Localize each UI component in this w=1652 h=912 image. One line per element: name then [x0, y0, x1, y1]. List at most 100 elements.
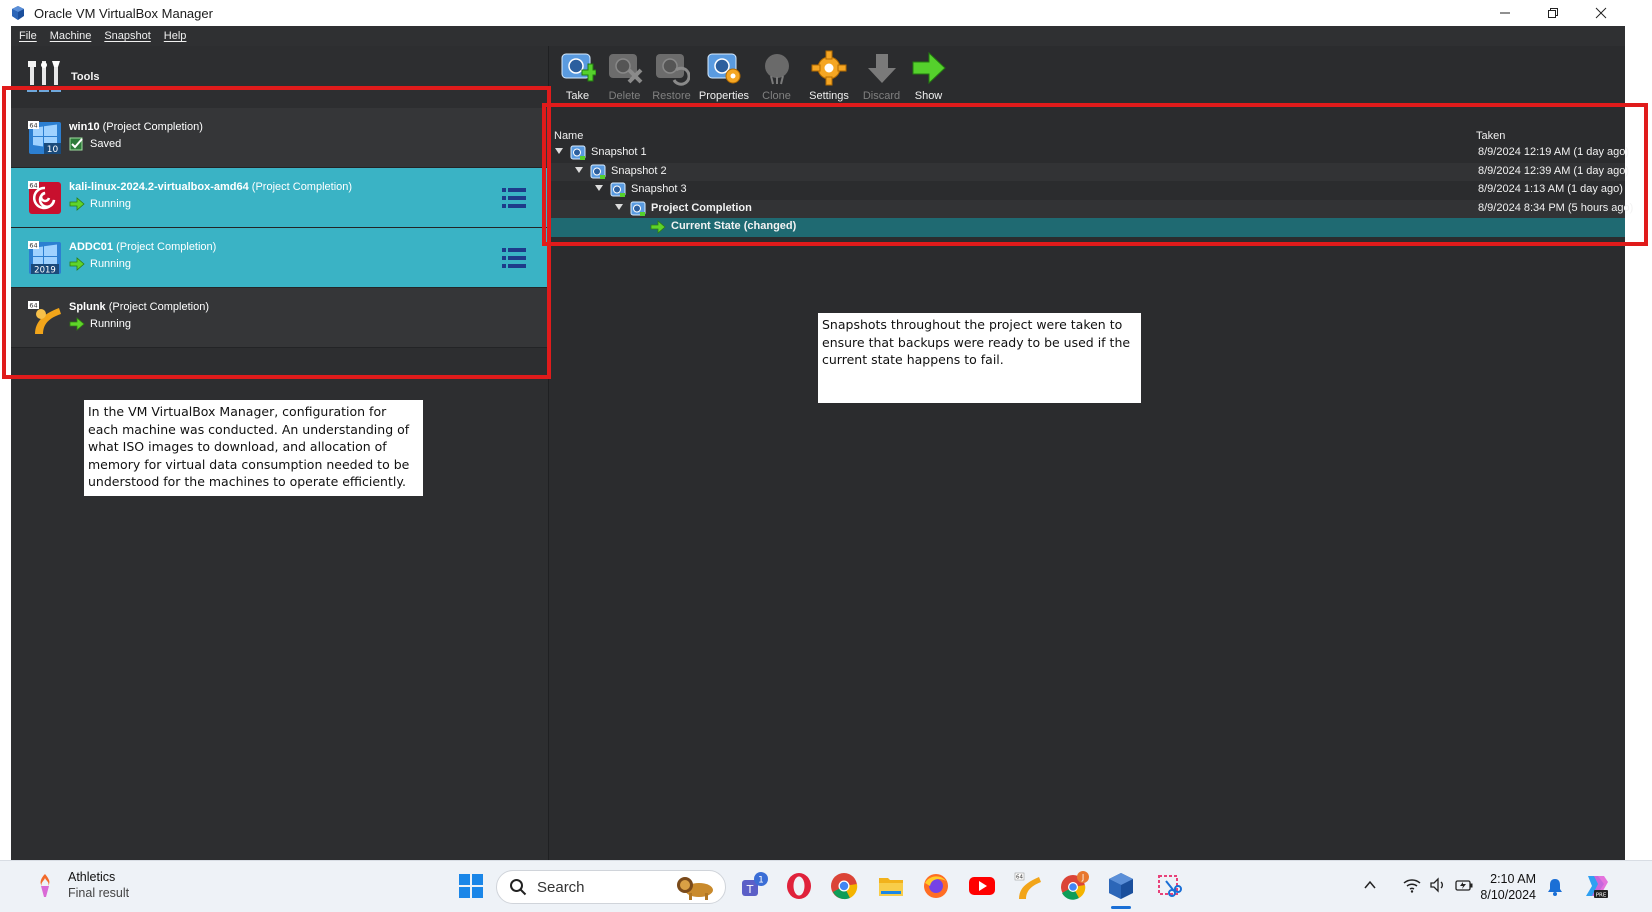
restore-icon	[1548, 8, 1558, 18]
current-state-arrow-icon	[650, 220, 666, 234]
vm-list: 64 10 win10 (Project Completion) Saved 6…	[11, 108, 547, 348]
wifi-icon[interactable]	[1402, 875, 1422, 895]
settings-button[interactable]: Settings	[800, 50, 858, 126]
firefox-icon[interactable]	[921, 871, 951, 901]
restore-button[interactable]	[1529, 0, 1577, 26]
lion-icon	[677, 877, 713, 900]
running-arrow-icon	[69, 257, 85, 271]
properties-button[interactable]: Properties	[695, 50, 753, 126]
svg-text:64: 64	[1016, 875, 1023, 881]
os-badge: 2019	[34, 266, 56, 276]
svg-text:64: 64	[29, 182, 37, 190]
svg-text:T: T	[746, 883, 754, 896]
expand-arrow-icon[interactable]	[595, 185, 603, 191]
snipping-tool-icon[interactable]	[1154, 871, 1184, 901]
expand-arrow-icon[interactable]	[615, 203, 623, 210]
running-arrow-icon	[69, 197, 85, 211]
restore-button[interactable]: Restore	[648, 50, 695, 126]
column-taken[interactable]: Taken	[1476, 130, 1505, 142]
snapshot-toolbar: Take Delete Restore Properties Clone Set…	[550, 46, 1625, 126]
saved-state-icon	[69, 137, 83, 151]
clock-date: 8/10/2024	[1480, 888, 1536, 902]
snapshot-annotation: Snapshots throughout the project were ta…	[818, 313, 1141, 403]
discard-button[interactable]: Discard	[858, 50, 905, 126]
svg-text:64: 64	[29, 242, 37, 250]
linux-generic-icon: 64	[28, 301, 61, 334]
copilot-icon[interactable]: PRE	[1582, 872, 1610, 900]
vm-name: Splunk (Project Completion)	[69, 301, 209, 313]
menu-machine[interactable]: Machine	[50, 30, 92, 42]
tools-icon	[27, 61, 61, 92]
chevron-up-icon[interactable]	[1360, 875, 1380, 895]
take-button[interactable]: Take	[554, 50, 601, 126]
snapshot-icon	[610, 182, 626, 197]
menu-bar: File Machine Snapshot Help	[11, 26, 1625, 46]
windows-server-2019-icon: 64 2019	[28, 241, 61, 276]
delete-button[interactable]: Delete	[601, 50, 648, 126]
show-arrow-icon	[912, 51, 946, 85]
menu-help[interactable]: Help	[164, 30, 187, 42]
speaker-icon[interactable]	[1428, 875, 1448, 895]
opera-icon[interactable]	[784, 871, 814, 901]
vm-item-splunk[interactable]: 64 Splunk (Project Completion) Running	[11, 288, 547, 348]
taskbar-clock[interactable]: 2:10 AM 8/10/2024	[1478, 871, 1536, 903]
current-state-row[interactable]: Current State (changed)	[550, 218, 1625, 237]
snapshot-row[interactable]: Project Completion 8/9/2024 8:34 PM (5 h…	[550, 199, 1633, 218]
delete-snapshot-icon	[608, 54, 642, 84]
teams-icon[interactable]: T 1	[738, 871, 768, 901]
svg-text:64: 64	[29, 302, 37, 310]
vm-item-kali-linux[interactable]: 64 kali-linux-2024.2-virtualbox-amd64 (P…	[11, 168, 547, 228]
file-explorer-icon[interactable]	[876, 871, 906, 901]
vm-state: Saved	[69, 137, 121, 151]
expand-arrow-icon[interactable]	[575, 166, 583, 173]
torch-icon	[40, 874, 50, 897]
vm-item-win10[interactable]: 64 10 win10 (Project Completion) Saved	[11, 108, 547, 168]
vm-details-menu-icon[interactable]	[501, 246, 527, 270]
system-tray	[1360, 875, 1480, 895]
vm-name: ADDC01 (Project Completion)	[69, 241, 217, 253]
vm-config-annotation: In the VM VirtualBox Manager, configurat…	[84, 400, 423, 496]
menu-snapshot[interactable]: Snapshot	[104, 30, 150, 42]
clone-icon	[764, 54, 789, 85]
search-icon	[510, 879, 527, 896]
app-icon[interactable]: 64	[1013, 871, 1043, 901]
chrome-profile-icon[interactable]: J	[1059, 871, 1089, 901]
vm-name: kali-linux-2024.2-virtualbox-amd64 (Proj…	[69, 181, 353, 193]
column-name[interactable]: Name	[554, 130, 583, 142]
minimize-icon	[1500, 12, 1510, 14]
debian-swirl-icon: 64	[28, 181, 61, 214]
snapshot-row[interactable]: Snapshot 2 8/9/2024 12:39 AM (1 day ago)	[550, 162, 1629, 181]
weather-widget[interactable]: Athletics Final result	[34, 870, 129, 900]
snapshot-row[interactable]: Snapshot 3 8/9/2024 1:13 AM (1 day ago)	[550, 181, 1625, 200]
snapshot-row[interactable]: Snapshot 1 8/9/2024 12:19 AM (1 day ago)	[550, 144, 1629, 163]
virtualbox-icon[interactable]	[1106, 871, 1136, 901]
windows-start-icon[interactable]	[456, 871, 486, 901]
chrome-profile-badge: J	[1081, 873, 1084, 882]
menu-file[interactable]: File	[19, 30, 37, 42]
minimize-button[interactable]	[1481, 0, 1529, 26]
snapshot-properties-icon	[707, 53, 741, 84]
clone-button[interactable]: Clone	[753, 50, 800, 126]
expand-arrow-icon[interactable]	[555, 148, 563, 154]
close-button[interactable]	[1577, 0, 1625, 26]
snapshot-icon	[570, 145, 586, 160]
teams-badge: 1	[758, 876, 764, 886]
chrome-icon[interactable]	[829, 871, 859, 901]
settings-gear-icon	[811, 50, 847, 86]
vm-name: win10 (Project Completion)	[69, 121, 203, 133]
weather-subtitle: Final result	[68, 886, 130, 900]
svg-text:64: 64	[29, 122, 37, 130]
tools-item[interactable]: Tools	[11, 46, 549, 108]
battery-icon[interactable]	[1454, 875, 1474, 895]
notification-bell-icon[interactable]	[1546, 877, 1564, 897]
snapshot-tree: Snapshot 1 8/9/2024 12:19 AM (1 day ago)…	[550, 144, 1633, 237]
show-button[interactable]: Show	[905, 50, 952, 126]
virtualbox-app-icon	[12, 6, 24, 20]
youtube-icon[interactable]	[967, 871, 997, 901]
vm-details-menu-icon[interactable]	[501, 186, 527, 210]
window-title: Oracle VM VirtualBox Manager	[34, 5, 213, 21]
vm-item-addc01[interactable]: 64 2019 ADDC01 (Project Completion) Runn…	[11, 228, 547, 288]
vm-state: Running	[69, 197, 131, 211]
virtualbox-manager-window: Oracle VM VirtualBox Manager File Machin…	[0, 0, 1652, 912]
taskbar-search[interactable]: Search	[496, 870, 726, 904]
